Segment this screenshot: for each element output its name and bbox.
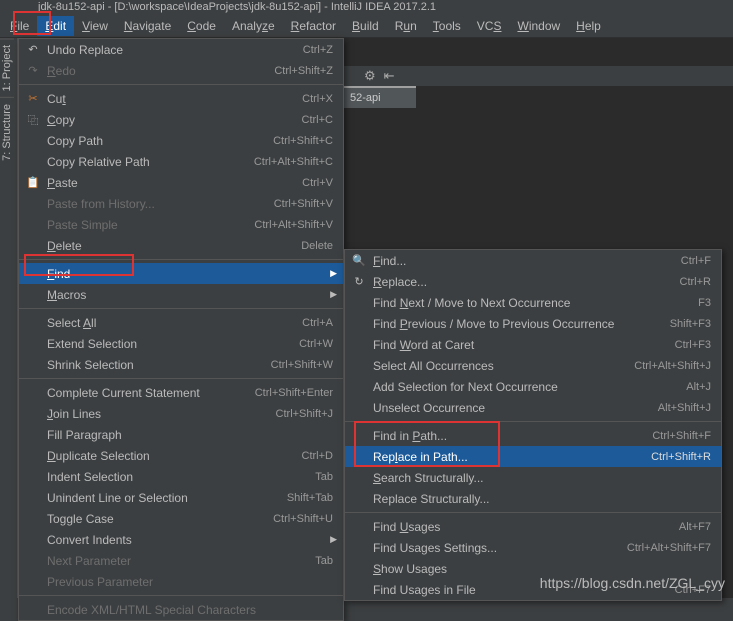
replace-action[interactable]: ↻Replace...Ctrl+R — [345, 271, 721, 292]
menu-window[interactable]: Window — [509, 16, 568, 36]
previous-parameter[interactable]: Previous Parameter — [19, 571, 343, 592]
menu-view[interactable]: View — [74, 16, 116, 36]
select-all-occurrences[interactable]: Select All OccurrencesCtrl+Alt+Shift+J — [345, 355, 721, 376]
menu-edit[interactable]: Edit — [37, 16, 74, 36]
separator — [19, 259, 343, 260]
extend-selection[interactable]: Extend SelectionCtrl+W — [19, 333, 343, 354]
collapse-icon[interactable]: ⇤ — [384, 68, 395, 84]
replace-in-path[interactable]: Replace in Path...Ctrl+Shift+R — [345, 446, 721, 467]
editor-tab[interactable]: 52-api — [344, 86, 416, 108]
menu-help[interactable]: Help — [568, 16, 609, 36]
edit-dropdown: ↶Undo ReplaceCtrl+Z ↷RedoCtrl+Shift+Z ✂C… — [18, 38, 344, 621]
menu-analyze[interactable]: Analyze — [224, 16, 283, 36]
redo[interactable]: ↷RedoCtrl+Shift+Z — [19, 60, 343, 81]
complete-statement[interactable]: Complete Current StatementCtrl+Shift+Ent… — [19, 382, 343, 403]
undo-icon: ↶ — [25, 42, 41, 58]
paste-icon: 📋 — [25, 175, 41, 191]
menu-refactor[interactable]: Refactor — [283, 16, 344, 36]
copy-relative-path[interactable]: Copy Relative PathCtrl+Alt+Shift+C — [19, 151, 343, 172]
duplicate-selection[interactable]: Duplicate SelectionCtrl+D — [19, 445, 343, 466]
separator — [345, 421, 721, 422]
indent-selection[interactable]: Indent SelectionTab — [19, 466, 343, 487]
separator — [19, 595, 343, 596]
toggle-case[interactable]: Toggle CaseCtrl+Shift+U — [19, 508, 343, 529]
find-submenu[interactable]: Find▶ — [19, 263, 343, 284]
search-structurally[interactable]: Search Structurally... — [345, 467, 721, 488]
separator — [19, 308, 343, 309]
redo-icon: ↷ — [25, 63, 41, 79]
undo-replace[interactable]: ↶Undo ReplaceCtrl+Z — [19, 39, 343, 60]
delete[interactable]: DeleteDelete — [19, 235, 343, 256]
find-icon: 🔍 — [351, 253, 367, 269]
tool-project[interactable]: 1: Project — [0, 38, 14, 97]
paste-simple[interactable]: Paste SimpleCtrl+Alt+Shift+V — [19, 214, 343, 235]
watermark: https://blog.csdn.net/ZGL_cyy — [540, 575, 725, 591]
find-prev[interactable]: Find Previous / Move to Previous Occurre… — [345, 313, 721, 334]
unselect-occurrence[interactable]: Unselect OccurrenceAlt+Shift+J — [345, 397, 721, 418]
paste[interactable]: 📋PasteCtrl+V — [19, 172, 343, 193]
select-all[interactable]: Select AllCtrl+A — [19, 312, 343, 333]
chevron-right-icon: ▶ — [330, 268, 337, 279]
fill-paragraph[interactable]: Fill Paragraph — [19, 424, 343, 445]
chevron-right-icon: ▶ — [330, 289, 337, 300]
menu-file[interactable]: File — [2, 16, 37, 36]
cut-icon: ✂ — [25, 91, 41, 107]
next-parameter[interactable]: Next ParameterTab — [19, 550, 343, 571]
menu-bar: File Edit View Navigate Code Analyze Ref… — [0, 14, 733, 38]
copy-path[interactable]: Copy PathCtrl+Shift+C — [19, 130, 343, 151]
menu-code[interactable]: Code — [179, 16, 224, 36]
title-bar: jdk-8u152-api - [D:\workspace\IdeaProjec… — [0, 0, 733, 14]
menu-build[interactable]: Build — [344, 16, 387, 36]
editor-toolbar: ⚙ ⇤ — [344, 66, 733, 86]
separator — [345, 512, 721, 513]
find-usages-settings[interactable]: Find Usages Settings...Ctrl+Alt+Shift+F7 — [345, 537, 721, 558]
menu-tools[interactable]: Tools — [425, 16, 469, 36]
tool-structure[interactable]: 7: Structure — [0, 97, 14, 167]
copy[interactable]: ⿻CopyCtrl+C — [19, 109, 343, 130]
unindent[interactable]: Unindent Line or SelectionShift+Tab — [19, 487, 343, 508]
join-lines[interactable]: Join LinesCtrl+Shift+J — [19, 403, 343, 424]
gear-icon[interactable]: ⚙ — [364, 68, 376, 84]
find-action[interactable]: 🔍Find...Ctrl+F — [345, 250, 721, 271]
tool-panel: 1: Project 7: Structure — [0, 38, 18, 598]
convert-indents[interactable]: Convert Indents▶ — [19, 529, 343, 550]
macros-submenu[interactable]: Macros▶ — [19, 284, 343, 305]
find-word[interactable]: Find Word at CaretCtrl+F3 — [345, 334, 721, 355]
cut[interactable]: ✂CutCtrl+X — [19, 88, 343, 109]
find-next[interactable]: Find Next / Move to Next OccurrenceF3 — [345, 292, 721, 313]
menu-vcs[interactable]: VCS — [469, 16, 510, 36]
paste-history[interactable]: Paste from History...Ctrl+Shift+V — [19, 193, 343, 214]
add-selection-next[interactable]: Add Selection for Next OccurrenceAlt+J — [345, 376, 721, 397]
shrink-selection[interactable]: Shrink SelectionCtrl+Shift+W — [19, 354, 343, 375]
menu-navigate[interactable]: Navigate — [116, 16, 179, 36]
menu-run[interactable]: Run — [387, 16, 425, 36]
separator — [19, 378, 343, 379]
find-in-path[interactable]: Find in Path...Ctrl+Shift+F — [345, 425, 721, 446]
find-usages[interactable]: Find UsagesAlt+F7 — [345, 516, 721, 537]
copy-icon: ⿻ — [25, 112, 41, 128]
separator — [19, 84, 343, 85]
encode-xml[interactable]: Encode XML/HTML Special Characters — [19, 599, 343, 620]
replace-icon: ↻ — [351, 274, 367, 290]
replace-structurally[interactable]: Replace Structurally... — [345, 488, 721, 509]
find-dropdown: 🔍Find...Ctrl+F ↻Replace...Ctrl+R Find Ne… — [344, 249, 722, 601]
chevron-right-icon: ▶ — [330, 534, 337, 545]
